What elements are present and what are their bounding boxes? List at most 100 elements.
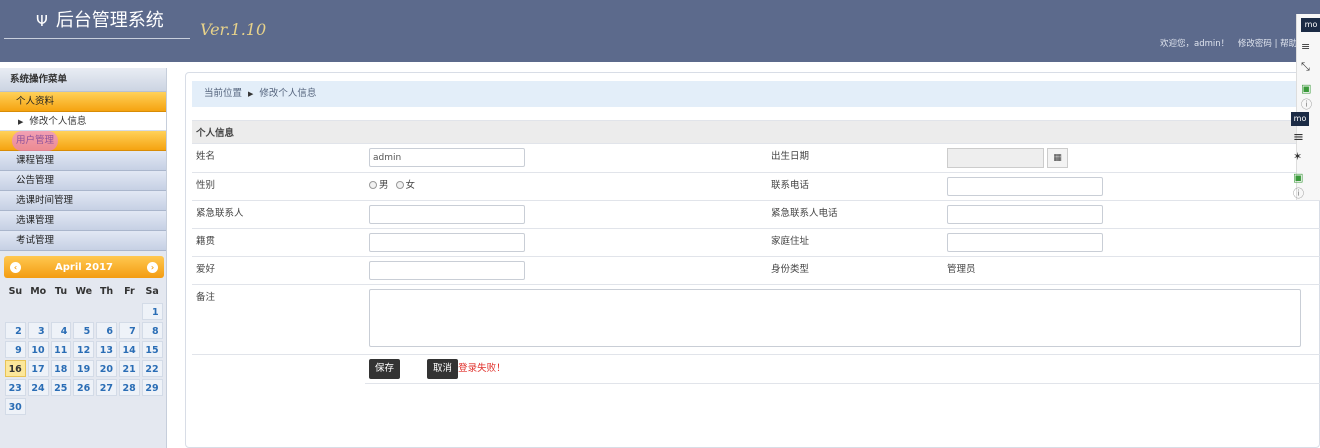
- image-icon[interactable]: ▣: [1301, 82, 1311, 95]
- logo-icon: Ψ: [36, 12, 48, 30]
- cursor-highlight: [12, 131, 58, 151]
- main-panel: 当前位置 ▶ 修改个人信息 个人信息 姓名 出生日期 ▦ 性别 男 女 联系电话 紧…: [185, 72, 1320, 448]
- calendar-blank: [119, 303, 140, 320]
- calendar-day[interactable]: 20: [96, 360, 117, 377]
- breadcrumb-arrow-icon: ▶: [248, 90, 254, 98]
- name-label: 姓名: [192, 143, 365, 173]
- sidebar-item-selection-time[interactable]: 选课时间管理: [0, 191, 166, 211]
- calendar-day[interactable]: 21: [118, 360, 140, 377]
- calendar-day[interactable]: 14: [118, 341, 140, 358]
- calendar-day[interactable]: 10: [27, 341, 49, 358]
- profile-form: 个人信息 姓名 出生日期 ▦ 性别 男 女 联系电话 紧急联系人 紧急联系人电话…: [192, 120, 1320, 384]
- origin-input[interactable]: [369, 233, 525, 252]
- info-icon[interactable]: ⓘ: [1301, 96, 1312, 112]
- save-button[interactable]: 保存: [369, 359, 401, 379]
- gender-female-radio[interactable]: [395, 181, 404, 189]
- cancel-button[interactable]: 取消: [427, 359, 459, 379]
- calendar-day[interactable]: 11: [50, 341, 72, 358]
- calendar-day[interactable]: 28: [118, 379, 140, 396]
- calendar-weekday: Sa: [145, 286, 159, 297]
- calendar-day[interactable]: 29: [141, 379, 163, 396]
- emergency-phone-input[interactable]: [947, 205, 1103, 224]
- calendar-day[interactable]: 26: [73, 379, 95, 396]
- magic-wand-icon[interactable]: ✶: [1293, 150, 1302, 163]
- calendar-day[interactable]: 30: [5, 398, 26, 415]
- calendar-day[interactable]: 22: [141, 360, 163, 377]
- change-password-link[interactable]: 修改密码: [1238, 39, 1272, 49]
- calendar-weekday: Tu: [54, 286, 68, 297]
- form-actions-row: 保存 取消 登录失败！: [192, 354, 1320, 384]
- breadcrumb-home[interactable]: 当前位置: [204, 88, 242, 99]
- calendar-day[interactable]: 24: [27, 379, 49, 396]
- sidebar-item-exams[interactable]: 考试管理: [0, 231, 166, 251]
- calendar-prev-button[interactable]: ‹: [10, 261, 21, 273]
- calendar-day-today[interactable]: 16: [5, 360, 26, 377]
- gender-label: 性别: [192, 172, 365, 201]
- form-row: 籍贯 家庭住址: [192, 228, 1320, 257]
- app-title: 后台管理系统: [55, 10, 164, 31]
- sidebar-item-profile[interactable]: 个人资料: [0, 92, 166, 112]
- calendar-header: ‹ April 2017 ›: [4, 256, 164, 278]
- sidebar-subitem-edit-profile[interactable]: ▶ 修改个人信息: [0, 112, 166, 131]
- app-logo: Ψ 后台管理系统: [36, 6, 164, 32]
- calendar-grid: Su Mo Tu We Th Fr Sa 1 2 3 4 5 6 7 8 9 10 11 12 13 14 15 16 17 1…: [4, 282, 164, 416]
- error-message: 登录失败！: [458, 363, 506, 374]
- calendar-day[interactable]: 27: [96, 379, 117, 396]
- calendar-day[interactable]: 19: [73, 360, 95, 377]
- identity-value: 管理员: [943, 256, 1320, 285]
- calendar-day[interactable]: 9: [5, 341, 26, 358]
- name-input[interactable]: [369, 148, 525, 167]
- calendar-icon[interactable]: ▦: [1047, 148, 1068, 168]
- calendar-day[interactable]: 5: [73, 322, 95, 339]
- sidebar-item-notices[interactable]: 公告管理: [0, 171, 166, 191]
- calendar-weekday: Fr: [124, 286, 135, 297]
- calendar-day[interactable]: 2: [5, 322, 26, 339]
- calendar-day[interactable]: 12: [73, 341, 95, 358]
- calendar-day[interactable]: 1: [141, 303, 163, 320]
- calendar-day[interactable]: 7: [118, 322, 140, 339]
- calendar-weekday: Su: [8, 286, 23, 297]
- sidebar-item-selection[interactable]: 选课管理: [0, 211, 166, 231]
- calendar-day[interactable]: 4: [50, 322, 72, 339]
- gender-male-radio[interactable]: [369, 181, 377, 189]
- calendar-weekday: Th: [99, 286, 114, 297]
- info-icon-2[interactable]: ⓘ: [1293, 185, 1304, 201]
- extension-badge[interactable]: mo: [1301, 18, 1320, 32]
- calendar-day[interactable]: 6: [96, 322, 117, 339]
- calendar-day[interactable]: 8: [141, 322, 163, 339]
- help-link[interactable]: 帮助: [1280, 39, 1297, 49]
- calendar-day[interactable]: 3: [27, 322, 49, 339]
- calendar-next-button[interactable]: ›: [147, 261, 158, 273]
- calendar-day[interactable]: 25: [50, 379, 72, 396]
- hobby-label: 爱好: [192, 256, 365, 285]
- image-icon-2[interactable]: ▣: [1293, 171, 1303, 184]
- birth-date-field[interactable]: [947, 148, 1044, 168]
- extension-badge-2[interactable]: mo: [1291, 112, 1309, 126]
- menu-icon-2[interactable]: ≡: [1293, 130, 1304, 145]
- form-section-title: 个人信息: [192, 120, 1320, 144]
- version-label: Ver.1.10: [200, 20, 267, 39]
- calendar-day[interactable]: 13: [96, 341, 117, 358]
- remark-label: 备注: [192, 284, 365, 355]
- calendar-day[interactable]: 15: [141, 341, 163, 358]
- link-separator: |: [1274, 39, 1278, 49]
- calendar-day[interactable]: 17: [27, 360, 49, 377]
- form-row: 性别 男 女 联系电话: [192, 172, 1320, 201]
- sidebar-subitem-label: 修改个人信息: [29, 116, 87, 127]
- sidebar-item-courses[interactable]: 课程管理: [0, 151, 166, 171]
- breadcrumb: 当前位置 ▶ 修改个人信息: [192, 81, 1320, 107]
- gender-male-label: 男: [379, 180, 389, 191]
- calendar-day[interactable]: 18: [50, 360, 72, 377]
- logo-underline: [4, 38, 190, 39]
- calendar-day[interactable]: 23: [5, 379, 26, 396]
- form-row: 爱好 身份类型 管理员: [192, 256, 1320, 285]
- hobby-input[interactable]: [369, 261, 525, 280]
- remark-textarea[interactable]: [369, 289, 1301, 347]
- phone-input[interactable]: [947, 177, 1103, 196]
- expand-icon[interactable]: ⤡: [1301, 60, 1310, 74]
- menu-icon[interactable]: ≡: [1301, 40, 1310, 53]
- welcome-text: 欢迎您，admin！: [1160, 39, 1230, 49]
- emergency-contact-input[interactable]: [369, 205, 525, 224]
- address-input[interactable]: [947, 233, 1103, 252]
- top-header: Ψ 后台管理系统 Ver.1.10 欢迎您，admin！ 修改密码 | 帮助: [0, 0, 1320, 62]
